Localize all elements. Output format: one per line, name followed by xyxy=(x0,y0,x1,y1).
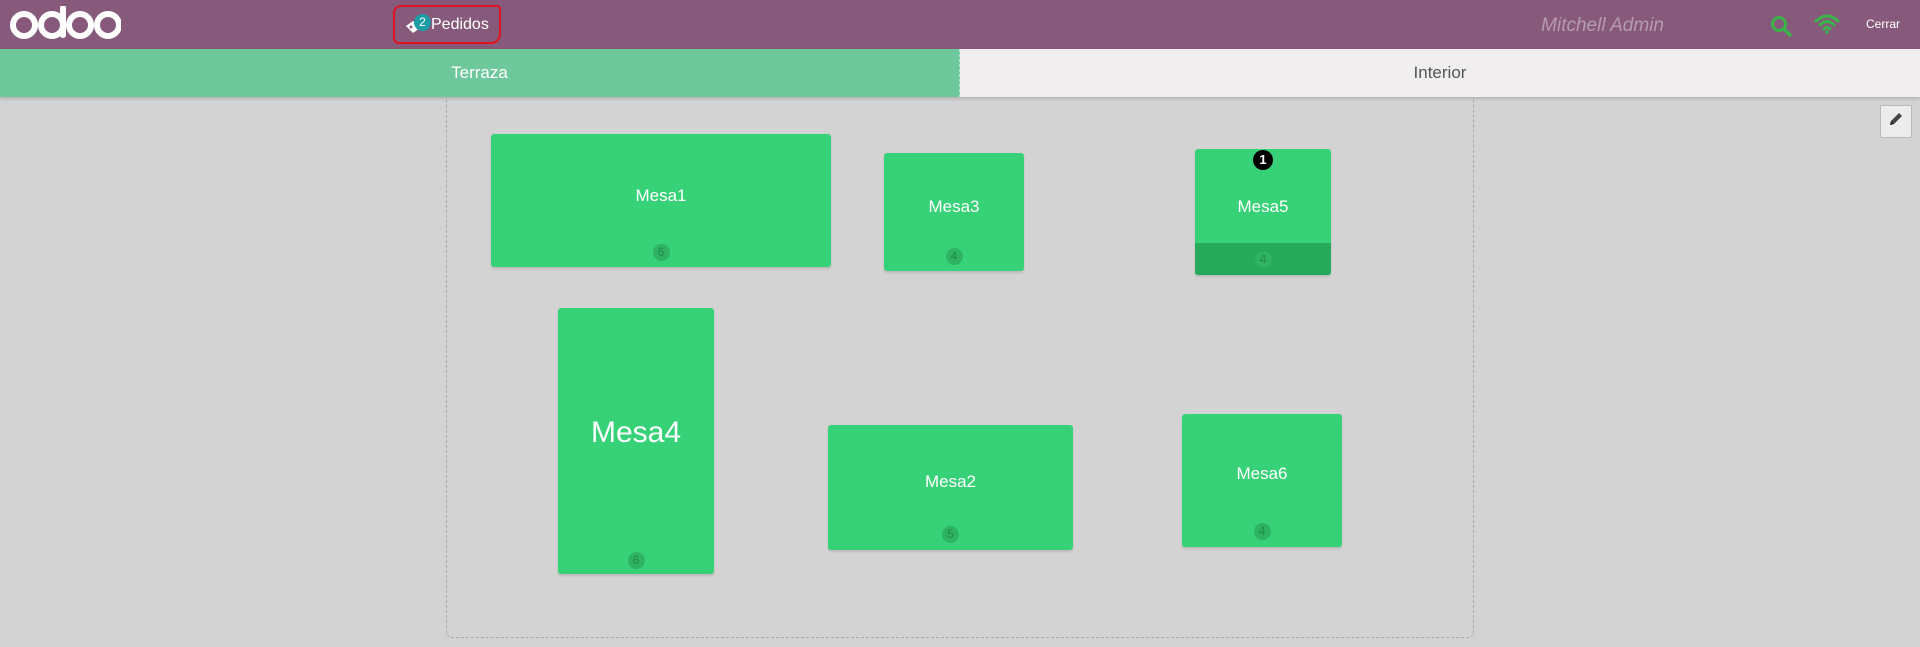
orders-button[interactable]: 2 Pedidos xyxy=(393,5,501,44)
floor-tab-terraza[interactable]: Terraza xyxy=(0,49,960,97)
table-mesa6[interactable]: Mesa6 4 xyxy=(1182,414,1342,547)
ticket-icon: 2 xyxy=(401,12,431,38)
table-seats-badge: 6 xyxy=(627,552,645,569)
table-seats-badge: 6 xyxy=(652,244,670,261)
table-name: Mesa2 xyxy=(924,472,977,491)
floor-tab-label: Interior xyxy=(1413,63,1467,82)
table-mesa3[interactable]: Mesa3 4 xyxy=(884,153,1024,271)
table-name: Mesa1 xyxy=(635,186,687,205)
table-mesa2[interactable]: Mesa2 5 xyxy=(828,425,1073,550)
table-seats-badge: 4 xyxy=(1254,251,1272,268)
table-name: Mesa4 xyxy=(590,416,682,449)
orders-label: Pedidos xyxy=(431,15,489,33)
top-bar: 2 Pedidos Mitchell Admin Cerrar xyxy=(0,0,1920,49)
table-name: Mesa6 xyxy=(1236,464,1288,483)
table-seats-badge: 5 xyxy=(942,526,959,543)
floor-tab-interior[interactable]: Interior xyxy=(960,49,1920,97)
pencil-icon xyxy=(1888,111,1904,132)
orders-count-badge: 2 xyxy=(414,13,431,31)
user-name: Mitchell Admin xyxy=(1541,15,1664,36)
odoo-logo xyxy=(9,4,121,44)
floor-selector: Terraza Interior xyxy=(0,49,1920,97)
table-mesa4[interactable]: Mesa4 6 xyxy=(558,308,714,574)
floor-tab-label: Terraza xyxy=(451,63,508,82)
edit-floor-button[interactable] xyxy=(1880,105,1912,138)
wifi-icon[interactable] xyxy=(1814,13,1840,35)
search-icon[interactable] xyxy=(1770,15,1792,37)
table-name: Mesa5 xyxy=(1237,197,1289,216)
table-seats-badge: 4 xyxy=(945,248,963,265)
table-mesa1[interactable]: Mesa1 6 xyxy=(491,134,831,267)
table-name: Mesa3 xyxy=(928,197,980,216)
table-orders-badge: 1 xyxy=(1253,150,1273,170)
table-mesa5[interactable]: 1 Mesa5 4 xyxy=(1195,149,1331,275)
close-button[interactable]: Cerrar xyxy=(1866,17,1900,31)
table-seats-badge: 4 xyxy=(1253,523,1271,540)
